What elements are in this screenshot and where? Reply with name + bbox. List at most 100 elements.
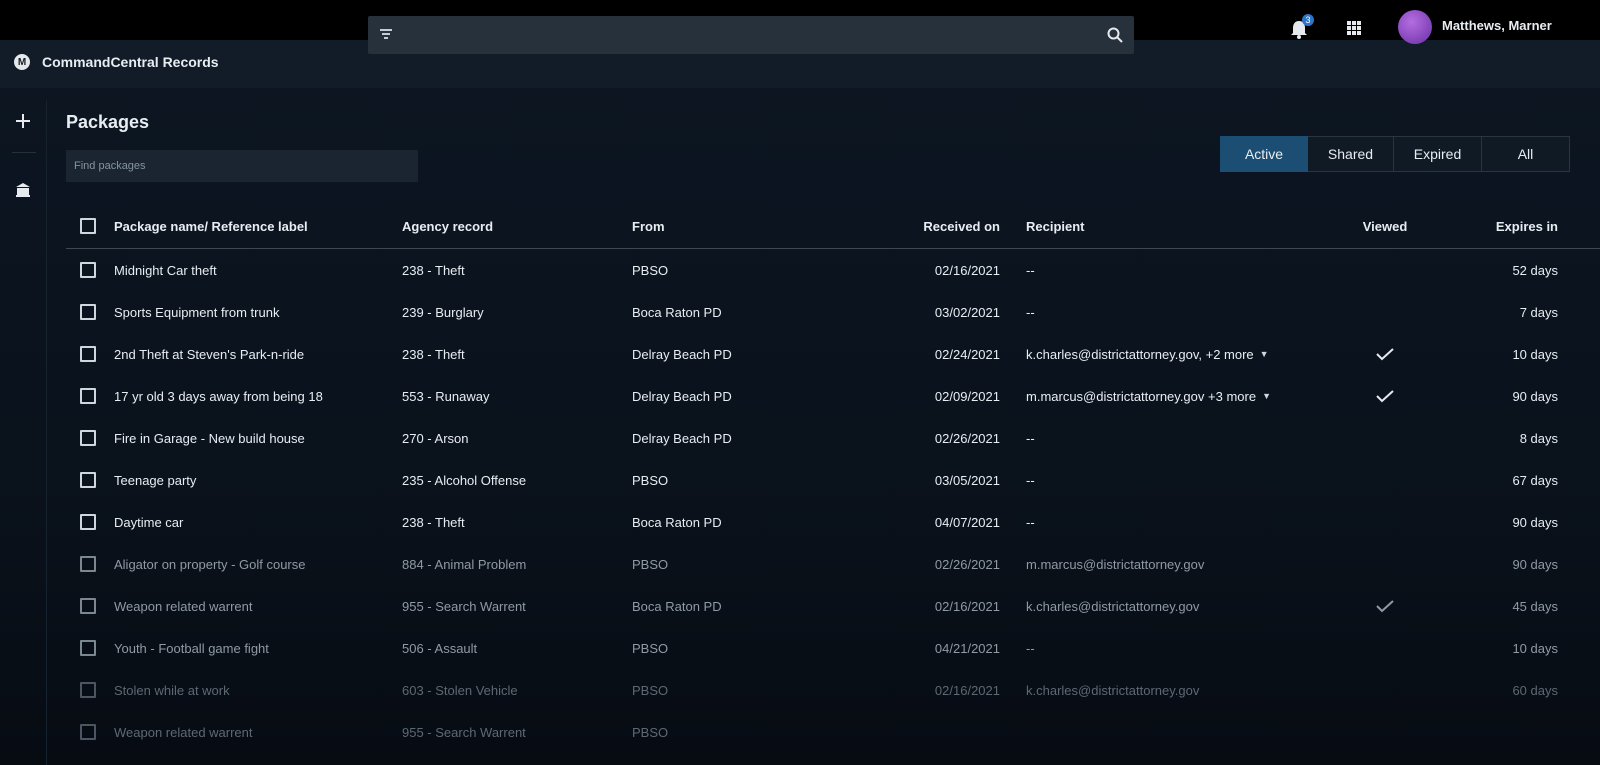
row-checkbox[interactable] bbox=[80, 556, 96, 572]
cell-received-on-text: 04/07/2021 bbox=[934, 514, 1000, 530]
table-row[interactable]: Youth - Football game fight 506 - Assault… bbox=[66, 628, 1600, 668]
cell-from: Delray Beach PD bbox=[632, 418, 732, 458]
cell-recipient: -- bbox=[1026, 250, 1035, 290]
cell-expires-in: 60 days bbox=[1446, 670, 1558, 710]
cell-received-on: 02/24/2021 bbox=[866, 334, 1000, 374]
tab-all[interactable]: All bbox=[1482, 136, 1570, 172]
row-checkbox[interactable] bbox=[80, 346, 96, 362]
tab-active[interactable]: Active bbox=[1220, 136, 1308, 172]
cell-expires-in: 8 days bbox=[1446, 418, 1558, 458]
cell-expires-in-text: 8 days bbox=[1519, 430, 1558, 446]
cell-recipient-text: -- bbox=[1026, 514, 1035, 530]
cell-package-name[interactable]: Daytime car bbox=[114, 502, 183, 542]
table-row[interactable]: Stolen while at work 603 - Stolen Vehicle… bbox=[66, 670, 1600, 710]
cell-agency-record-text: 884 - Animal Problem bbox=[402, 556, 527, 572]
checkmark-icon bbox=[1376, 600, 1394, 613]
cell-recipient: m.marcus@districtattorney.gov +3 more ▼ bbox=[1026, 376, 1271, 416]
recipient-dropdown-icon[interactable]: ▼ bbox=[1262, 391, 1271, 401]
table-row[interactable]: Aligator on property - Golf course 884 - … bbox=[66, 544, 1600, 584]
table-row[interactable]: Fire in Garage - New build house 270 - Ar… bbox=[66, 418, 1600, 458]
brand[interactable]: M CommandCentral Records bbox=[14, 54, 219, 70]
table-row[interactable]: Midnight Car theft 238 - Theft PBSO 02/16/2… bbox=[66, 250, 1600, 290]
cell-package-name[interactable]: 2nd Theft at Steven's Park-n-ride bbox=[114, 334, 304, 374]
row-checkbox[interactable] bbox=[80, 304, 96, 320]
records-building-icon[interactable] bbox=[15, 182, 31, 198]
cell-package-name[interactable]: Youth - Football game fight bbox=[114, 628, 269, 668]
cell-received-on bbox=[866, 712, 1000, 752]
row-checkbox[interactable] bbox=[80, 640, 96, 656]
row-checkbox[interactable] bbox=[80, 514, 96, 530]
row-checkbox[interactable] bbox=[80, 682, 96, 698]
row-checkbox[interactable] bbox=[80, 598, 96, 614]
cell-from: PBSO bbox=[632, 544, 668, 584]
cell-package-name[interactable]: Teenage party bbox=[114, 460, 196, 500]
user-name[interactable]: Matthews, Marner bbox=[1442, 18, 1552, 33]
cell-package-name[interactable]: 17 yr old 3 days away from being 18 bbox=[114, 376, 323, 416]
cell-agency-record: 238 - Theft bbox=[402, 502, 465, 542]
filter-icon[interactable] bbox=[378, 26, 394, 42]
cell-expires-in: 90 days bbox=[1446, 502, 1558, 542]
cell-received-on: 03/05/2021 bbox=[866, 460, 1000, 500]
cell-expires-in: 7 days bbox=[1446, 292, 1558, 332]
row-checkbox[interactable] bbox=[80, 388, 96, 404]
cell-package-name[interactable]: Sports Equipment from trunk bbox=[114, 292, 279, 332]
table-row[interactable]: 17 yr old 3 days away from being 18 553 -… bbox=[66, 376, 1600, 416]
cell-from: Boca Raton PD bbox=[632, 586, 722, 626]
cell-package-name[interactable]: Aligator on property - Golf course bbox=[114, 544, 305, 584]
cell-agency-record: 235 - Alcohol Offense bbox=[402, 460, 526, 500]
row-checkbox[interactable] bbox=[80, 262, 96, 278]
recipient-dropdown-icon[interactable]: ▼ bbox=[1260, 349, 1269, 359]
cell-recipient: k.charles@districtattorney.gov bbox=[1026, 670, 1199, 710]
header-agency-record[interactable]: Agency record bbox=[402, 204, 493, 248]
motorola-logo-icon: M bbox=[14, 54, 30, 70]
find-packages-input[interactable] bbox=[66, 150, 418, 182]
header-recipient[interactable]: Recipient bbox=[1026, 204, 1085, 248]
cell-package-name[interactable]: Fire in Garage - New build house bbox=[114, 418, 305, 458]
table-row[interactable]: Daytime car 238 - Theft Boca Raton PD 04/07… bbox=[66, 502, 1600, 542]
row-checkbox[interactable] bbox=[80, 472, 96, 488]
header-from[interactable]: From bbox=[632, 204, 665, 248]
cell-agency-record-text: 270 - Arson bbox=[402, 430, 469, 446]
cell-recipient: -- bbox=[1026, 460, 1035, 500]
select-all-checkbox[interactable] bbox=[80, 218, 96, 234]
cell-package-name-text: Fire in Garage - New build house bbox=[114, 430, 305, 446]
cell-received-on: 02/09/2021 bbox=[866, 376, 1000, 416]
cell-package-name[interactable]: Weapon related warrent bbox=[114, 712, 253, 752]
cell-expires-in: 90 days bbox=[1446, 376, 1558, 416]
add-icon[interactable] bbox=[14, 112, 32, 130]
header-received-on[interactable]: Received on bbox=[866, 204, 1000, 248]
header-package-name[interactable]: Package name/ Reference label bbox=[114, 204, 308, 248]
cell-from: Delray Beach PD bbox=[632, 376, 732, 416]
tab-shared[interactable]: Shared bbox=[1308, 136, 1394, 172]
cell-agency-record: 238 - Theft bbox=[402, 250, 465, 290]
cell-recipient-text: -- bbox=[1026, 640, 1035, 656]
tab-expired[interactable]: Expired bbox=[1394, 136, 1482, 172]
cell-from: PBSO bbox=[632, 628, 668, 668]
table-row[interactable]: 2nd Theft at Steven's Park-n-ride 238 - T… bbox=[66, 334, 1600, 374]
cell-package-name[interactable]: Midnight Car theft bbox=[114, 250, 217, 290]
header-viewed[interactable]: Viewed bbox=[1340, 204, 1430, 248]
cell-package-name-text: Sports Equipment from trunk bbox=[114, 304, 280, 320]
table-header: Package name/ Reference label Agency rec… bbox=[66, 204, 1600, 249]
cell-received-on: 02/16/2021 bbox=[866, 670, 1000, 710]
cell-agency-record: 270 - Arson bbox=[402, 418, 469, 458]
row-checkbox[interactable] bbox=[80, 724, 96, 740]
search-input[interactable] bbox=[404, 16, 1088, 56]
table-row[interactable]: Weapon related warrent 955 - Search Warre… bbox=[66, 586, 1600, 626]
table-row[interactable]: Sports Equipment from trunk 239 - Burglar… bbox=[66, 292, 1600, 332]
app-grid-icon[interactable] bbox=[1346, 20, 1362, 36]
cell-recipient: k.charles@districtattorney.gov, +2 more ▼ bbox=[1026, 334, 1269, 374]
cell-received-on: 02/16/2021 bbox=[866, 250, 1000, 290]
cell-package-name[interactable]: Weapon related warrent bbox=[114, 586, 253, 626]
cell-from-text: Boca Raton PD bbox=[632, 598, 722, 614]
cell-expires-in-text: 10 days bbox=[1512, 346, 1558, 362]
avatar[interactable] bbox=[1398, 10, 1432, 44]
cell-recipient: -- bbox=[1026, 502, 1035, 542]
cell-package-name[interactable]: Stolen while at work bbox=[114, 670, 230, 710]
table-row[interactable]: Weapon related warrent 955 - Search Warre… bbox=[66, 712, 1600, 752]
row-checkbox[interactable] bbox=[80, 430, 96, 446]
header-expires-in[interactable]: Expires in bbox=[1446, 204, 1558, 248]
table-row[interactable]: Teenage party 235 - Alcohol Offense PBSO 03… bbox=[66, 460, 1600, 500]
cell-agency-record: 884 - Animal Problem bbox=[402, 544, 526, 584]
search-icon[interactable] bbox=[1106, 26, 1124, 44]
